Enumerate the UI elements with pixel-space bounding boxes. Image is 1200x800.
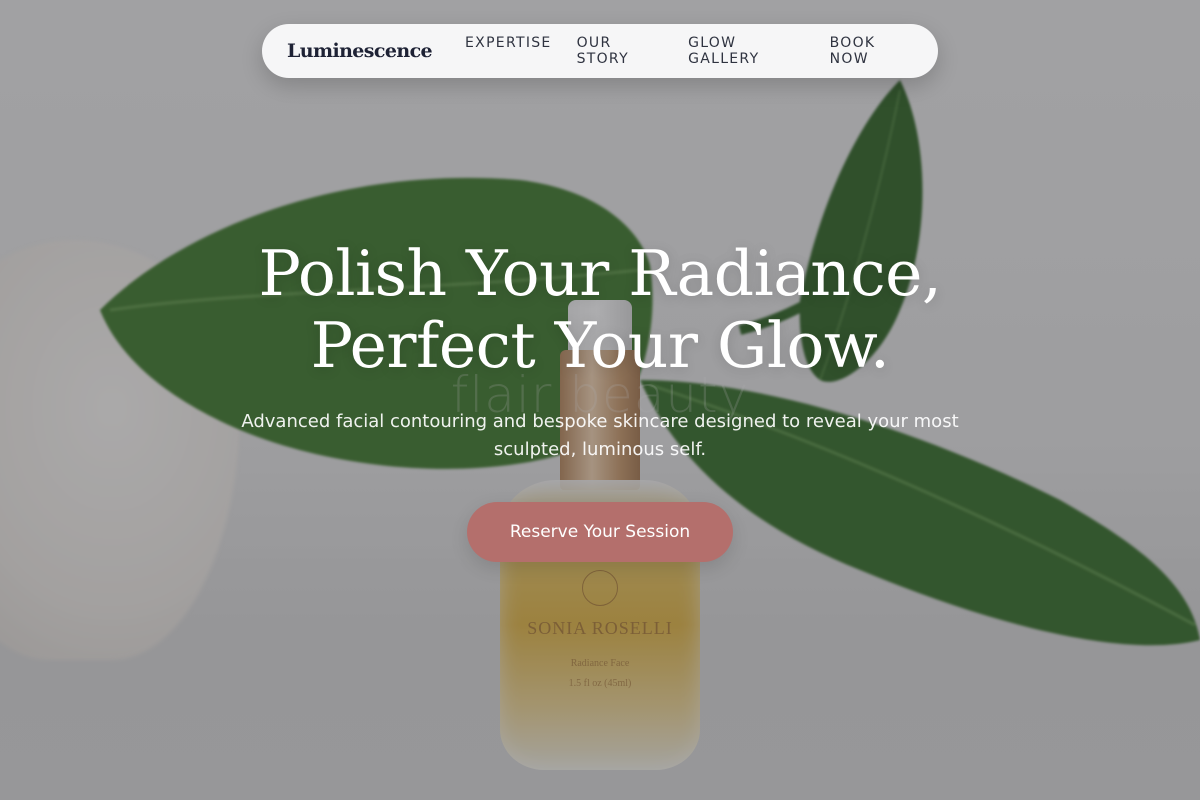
hero-headline-line-1: Polish Your Radiance, xyxy=(258,237,942,310)
hero-subtext: Advanced facial contouring and bespoke s… xyxy=(241,411,959,460)
hero-section: Polish Your Radiance, Perfect Your Glow.… xyxy=(0,238,1200,464)
hero-headline-line-2: Perfect Your Glow. xyxy=(310,309,890,382)
nav-link-book-now[interactable]: BOOK NOW xyxy=(830,35,914,67)
nav-link-glow-gallery[interactable]: GLOW GALLERY xyxy=(688,35,805,67)
reserve-session-button[interactable]: Reserve Your Session xyxy=(467,502,733,562)
main-nav: Luminescence EXPERTISE OUR STORY GLOW GA… xyxy=(262,24,938,78)
nav-link-expertise[interactable]: EXPERTISE xyxy=(465,35,552,67)
brand-logo[interactable]: Luminescence xyxy=(287,40,433,62)
nav-link-our-story[interactable]: OUR STORY xyxy=(577,35,663,67)
hero-headline: Polish Your Radiance, Perfect Your Glow. xyxy=(0,238,1200,382)
nav-links: EXPERTISE OUR STORY GLOW GALLERY BOOK NO… xyxy=(465,35,914,67)
